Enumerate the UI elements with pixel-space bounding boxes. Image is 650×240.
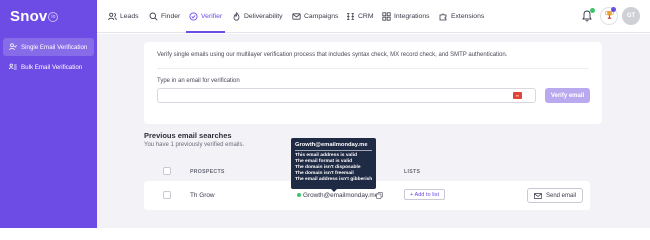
sidebar-item-bulk-verification[interactable]: Bulk Email Verification	[3, 58, 94, 76]
add-to-list-button[interactable]: + Add to list	[404, 189, 445, 200]
tooltip-arrow	[331, 189, 337, 192]
sidebar-item-label: Single Email Verification	[21, 43, 88, 51]
users-list-icon	[9, 63, 17, 71]
nav-item-integrations[interactable]: Integrations	[382, 0, 430, 33]
tooltip-check-list: This email address is valid The email fo…	[295, 153, 372, 183]
sidebar-item-label: Bulk Email Verification	[21, 63, 83, 71]
previous-searches-title: Previous email searches	[144, 131, 232, 140]
nav-item-finder[interactable]: Finder	[149, 0, 180, 33]
search-icon	[149, 12, 158, 21]
email-status-dot	[297, 193, 301, 197]
avatar[interactable]: GT	[622, 7, 640, 25]
nav-item-verifier[interactable]: Verifier	[185, 0, 226, 33]
tooltip-divider	[295, 150, 372, 151]
email-status-tooltip: Growth@emailmonday.me This email address…	[291, 138, 376, 192]
check-circle-icon	[189, 12, 198, 21]
app-logo[interactable]: Snov io	[10, 8, 59, 25]
user-check-icon	[9, 43, 17, 51]
prospect-name[interactable]: Th Grow	[190, 192, 215, 199]
column-header-lists: LISTS	[404, 169, 421, 175]
previous-searches-subtitle: You have 1 previously verified emails.	[144, 142, 245, 148]
nav-label: Campaigns	[304, 13, 339, 20]
sidebar-item-single-verification[interactable]: Single Email Verification	[3, 38, 94, 56]
rewards-badge	[611, 7, 616, 12]
tooltip-title: Growth@emailmonday.me	[295, 142, 368, 148]
extension-icon[interactable]: ▪▪	[513, 92, 522, 99]
select-all-checkbox[interactable]	[163, 167, 171, 175]
verification-card: Verify single emails using our multilaye…	[144, 42, 602, 124]
flame-icon	[232, 12, 241, 21]
verification-intro: Verify single emails using our multilaye…	[157, 52, 508, 58]
envelope-icon	[292, 12, 301, 21]
nav-item-leads[interactable]: Leads	[108, 0, 139, 33]
nav-item-extensions[interactable]: Extensions	[439, 0, 484, 33]
prospect-email: Growth@emailmonday.me	[303, 192, 379, 199]
column-header-prospects: PROSPECTS	[190, 169, 225, 175]
puzzle-icon	[439, 12, 448, 21]
nav-label: Finder	[161, 13, 181, 20]
crm-icon	[346, 12, 355, 21]
send-email-label: Send email	[545, 192, 577, 199]
divider	[157, 68, 589, 69]
verify-email-button[interactable]: Verify email	[545, 88, 590, 103]
nav-item-deliverability[interactable]: Deliverability	[232, 0, 283, 33]
email-field-label: Type in an email for verification	[157, 78, 240, 84]
email-input[interactable]	[157, 88, 536, 103]
nav-label: Extensions	[451, 13, 485, 20]
nav-item-crm[interactable]: CRM	[346, 0, 373, 33]
grid-icon	[382, 12, 391, 21]
envelope-icon	[534, 192, 542, 199]
send-email-button[interactable]: Send email	[527, 188, 583, 203]
nav-label: Leads	[120, 13, 139, 20]
notification-dot	[590, 8, 595, 13]
nav-label: Integrations	[394, 13, 430, 20]
sidebar: Snov io Single Email Verification Bulk Em…	[0, 0, 97, 228]
nav-label: Deliverability	[244, 13, 283, 20]
row-checkbox[interactable]	[163, 191, 171, 199]
users-icon	[108, 12, 117, 21]
tooltip-check-item: The email address isn't gibberish	[295, 177, 373, 183]
nav-label: CRM	[358, 13, 374, 20]
copy-icon[interactable]	[376, 192, 383, 199]
nav-item-campaigns[interactable]: Campaigns	[292, 0, 338, 33]
nav-label: Verifier	[201, 13, 223, 20]
